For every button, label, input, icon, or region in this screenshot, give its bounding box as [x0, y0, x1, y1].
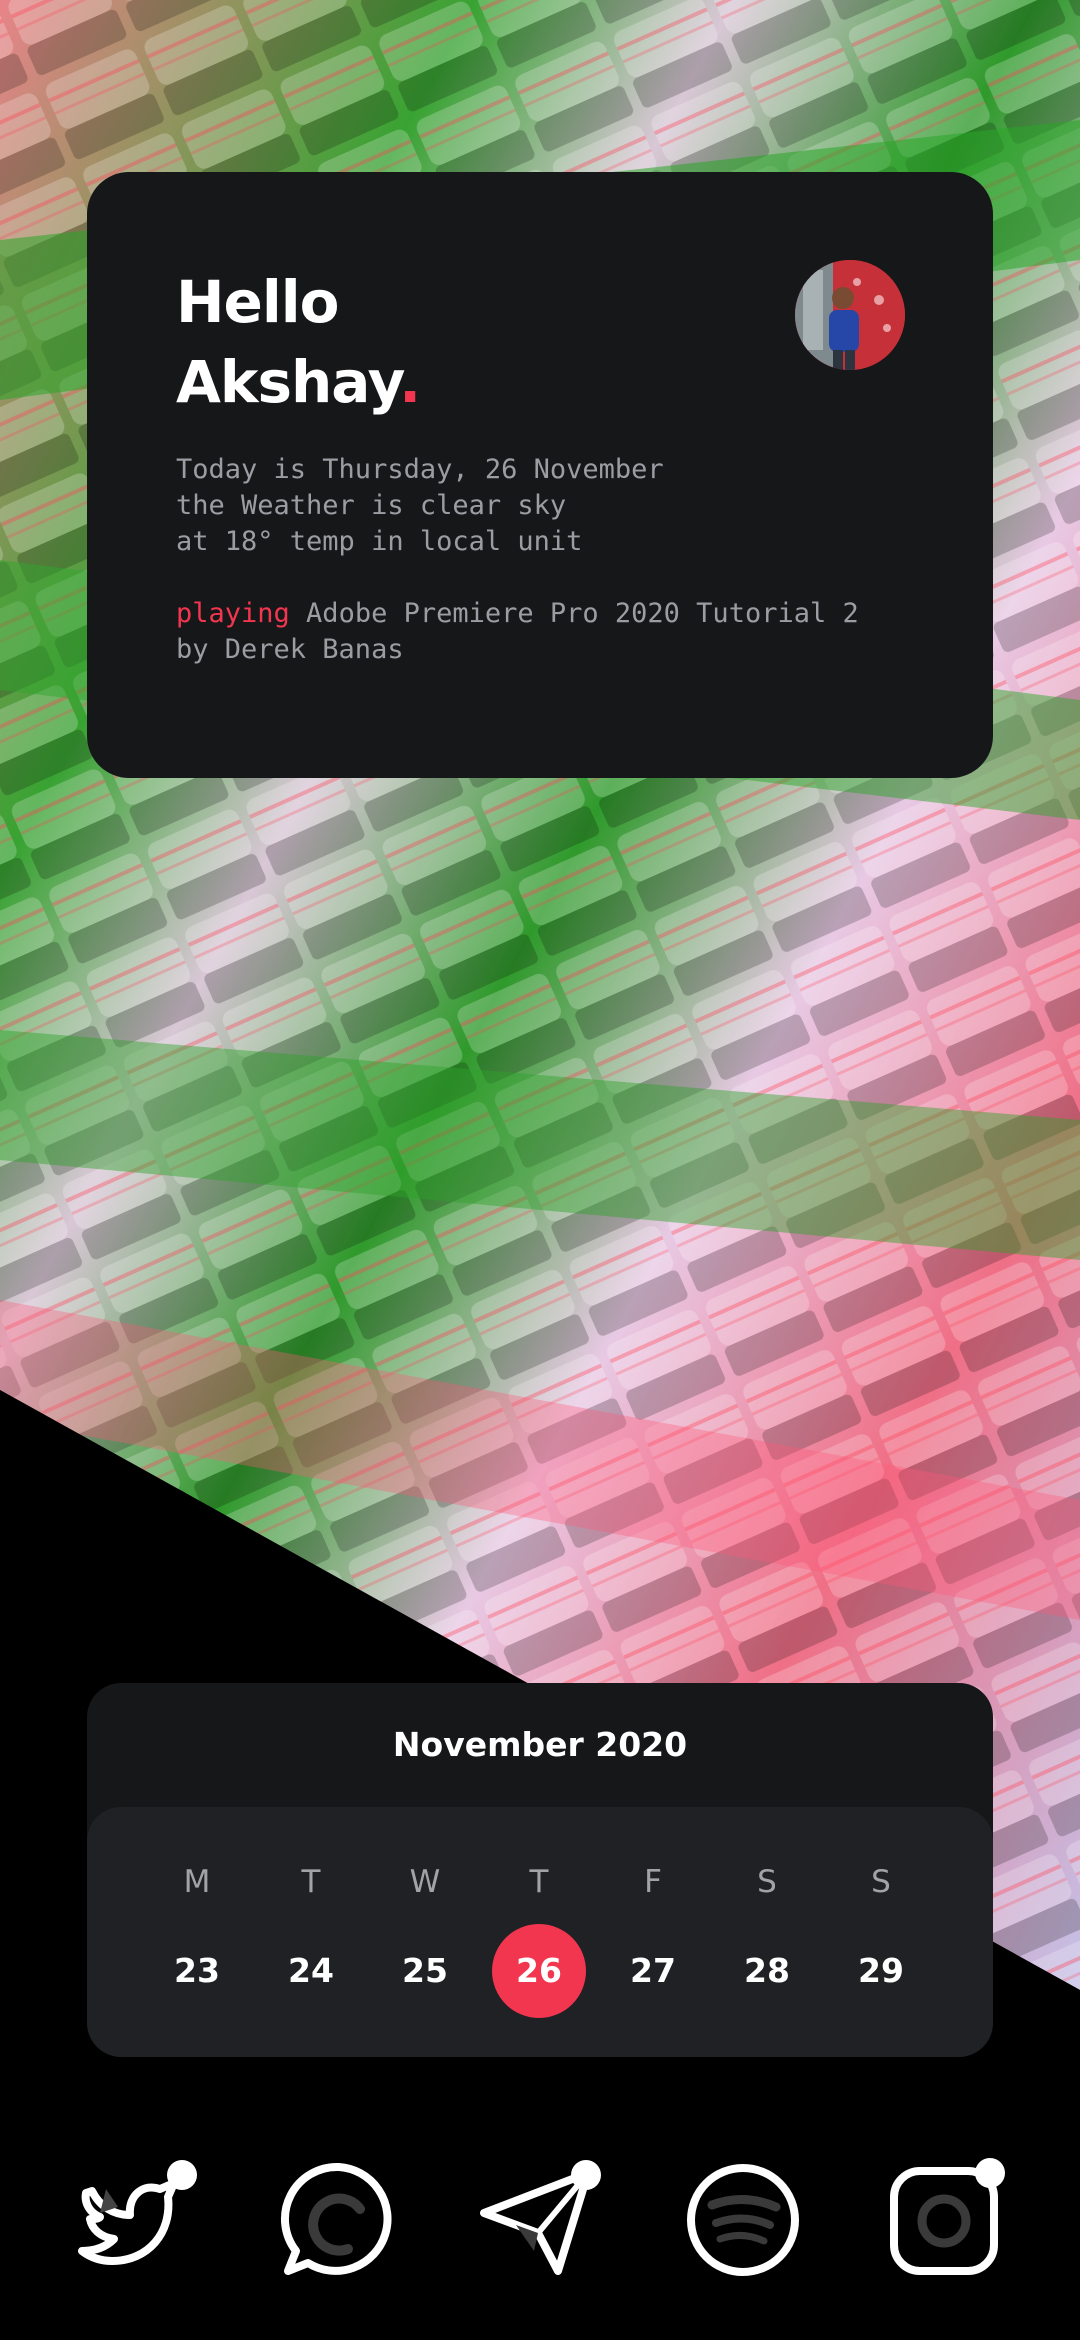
greeting-hello: Hello: [176, 268, 340, 336]
weekday-label: T: [301, 1864, 321, 1900]
status-info: Today is Thursday, 26 November the Weathe…: [176, 452, 976, 668]
greeting-name-line: Akshay.: [176, 342, 421, 422]
greeting-dot: .: [399, 348, 421, 416]
telegram-icon[interactable]: [476, 2155, 606, 2285]
twitter-icon[interactable]: [70, 2155, 200, 2285]
calendar-day[interactable]: 24: [263, 1924, 359, 2018]
avatar-photo: [795, 260, 905, 370]
calendar-week: M T W T F S S 23 24 25 26 27 28 29: [87, 1807, 993, 2057]
temperature-line: at 18° temp in local unit: [176, 526, 583, 557]
calendar-day[interactable]: 27: [605, 1924, 701, 2018]
weekday-label: S: [871, 1864, 891, 1900]
date-line: Today is Thursday, 26 November: [176, 454, 664, 485]
weather-line: the Weather is clear sky: [176, 490, 567, 521]
now-playing-track: Adobe Premiere Pro 2020 Tutorial 2: [289, 598, 859, 629]
weekday-label: F: [644, 1864, 662, 1900]
weekday-label: W: [409, 1864, 441, 1900]
calendar-day[interactable]: 23: [149, 1924, 245, 2018]
now-playing-label: playing: [176, 598, 290, 629]
weekday-label: M: [183, 1864, 211, 1900]
now-playing-artist: by Derek Banas: [176, 634, 404, 665]
greeting-widget[interactable]: Hello Akshay. Today is Thursday, 26 Nove…: [87, 172, 993, 778]
calendar-month-title: November 2020: [392, 1725, 688, 1764]
instagram-icon[interactable]: [880, 2155, 1010, 2285]
weekday-label: S: [757, 1864, 777, 1900]
weekday-label: T: [529, 1864, 549, 1900]
calendar-day[interactable]: 28: [719, 1924, 815, 2018]
now-playing-line: playing Adobe Premiere Pro 2020 Tutorial…: [176, 596, 976, 632]
whatsapp-icon[interactable]: [274, 2155, 404, 2285]
calendar-day[interactable]: 25: [377, 1924, 473, 2018]
calendar-widget[interactable]: November 2020 M T W T F S S 23 24 25 26 …: [87, 1683, 993, 2057]
calendar-day[interactable]: 29: [833, 1924, 929, 2018]
spotify-icon[interactable]: [678, 2155, 808, 2285]
home-screen: Hello Akshay. Today is Thursday, 26 Nove…: [0, 0, 1080, 2340]
avatar[interactable]: [795, 260, 905, 370]
greeting-name: Akshay: [176, 348, 400, 416]
greeting-heading: Hello Akshay.: [176, 262, 421, 422]
calendar-day-today[interactable]: 26: [492, 1924, 586, 2018]
